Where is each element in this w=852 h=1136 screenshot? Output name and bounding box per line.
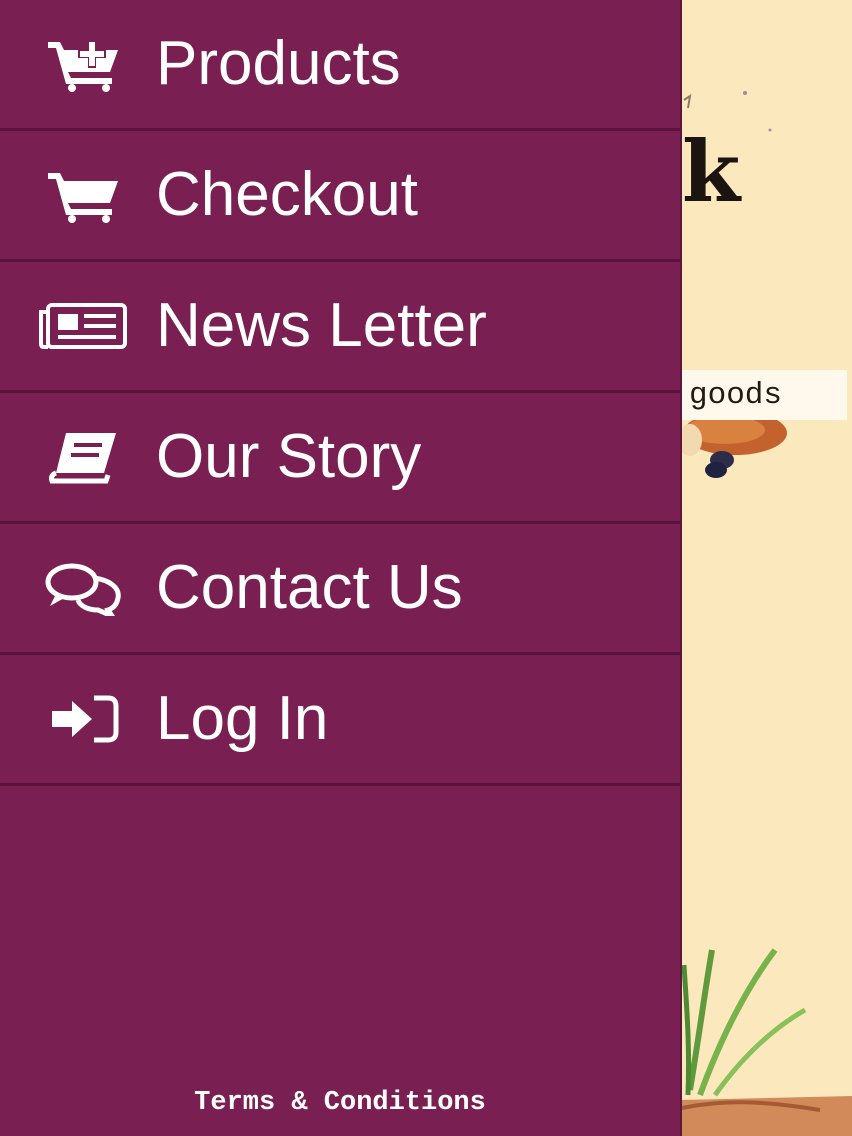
book-icon [38,427,128,487]
menu-item-newsletter[interactable]: News Letter [0,262,680,393]
cart-plus-icon [38,34,128,94]
menu-item-label: Contact Us [156,553,463,622]
menu-list: Products Checkout News Letter Our Story … [0,0,680,786]
menu-item-checkout[interactable]: Checkout [0,131,680,262]
menu-item-label: Products [156,29,401,98]
terms-and-conditions-link[interactable]: Terms & Conditions [0,1088,680,1118]
page-tagline: goods [679,370,847,420]
chat-bubbles-icon [38,558,128,618]
menu-item-label: Log In [156,684,329,753]
cart-icon [38,165,128,225]
menu-item-log-in[interactable]: Log In [0,655,680,786]
page-logo-fragment: k [682,122,741,221]
navigation-drawer: Products Checkout News Letter Our Story … [0,0,682,1136]
menu-item-products[interactable]: Products [0,0,680,131]
menu-item-label: Checkout [156,160,418,229]
newspaper-icon [38,296,128,356]
menu-item-label: News Letter [156,291,487,360]
menu-item-label: Our Story [156,422,422,491]
menu-item-our-story[interactable]: Our Story [0,393,680,524]
menu-item-contact-us[interactable]: Contact Us [0,524,680,655]
sign-in-icon [38,689,128,749]
